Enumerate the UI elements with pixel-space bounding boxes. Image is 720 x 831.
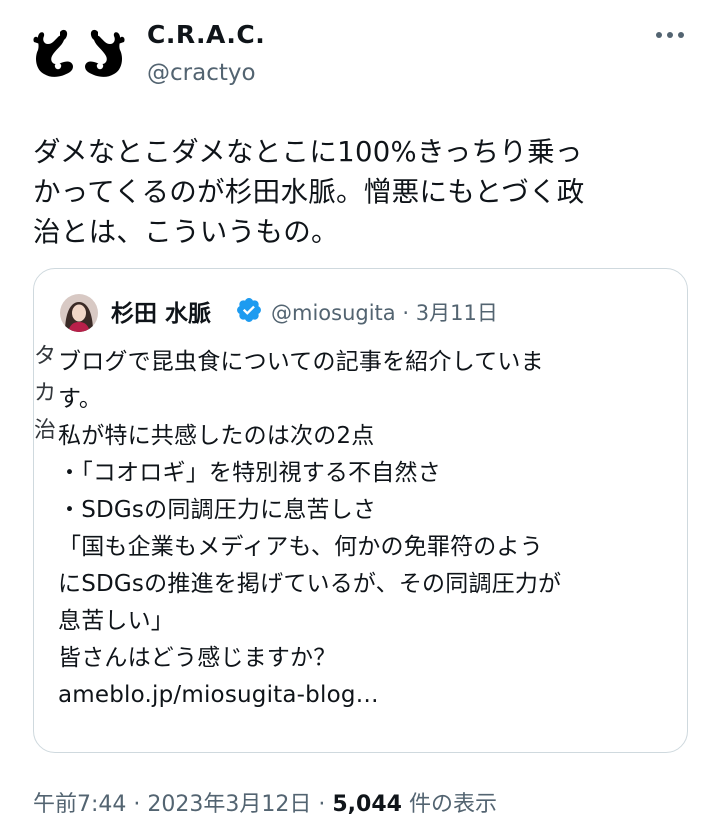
quoted-line: 皆さんはどう感じますか？ [58,645,337,671]
person-avatar-icon [60,294,98,332]
views-count: 5,044 [332,792,402,817]
views-label: 件の表示 [401,792,497,817]
tweet-time[interactable]: 午前7:44 [33,792,126,817]
quoted-line: にSDGsの推進を掲げているが、その同調圧力が [58,571,562,597]
quoted-tweet-card[interactable]: 杉田 水脈 @miosugita · 3月11日 ブログで昆虫食についての記事を… [33,268,688,753]
tweet-body: ダメなとこダメなとこに100%きっちり乗っ かってくるのが杉田水脈。憎悪にもとづ… [33,132,693,252]
verified-badge-icon [237,298,261,322]
more-options-icon[interactable] [650,20,690,50]
quoted-author-display-name[interactable]: 杉田 水脈 [111,294,211,328]
tweet-line: ダメなとこダメなとこに100%きっちり乗っ [33,136,583,168]
footer-separator: · [126,792,148,817]
quoted-tweet-body: ブログで昆虫食についての記事を紹介していま す。 私が特に共感したのは次の2点 … [58,344,678,714]
overlap-artifact-char: カ [34,381,57,406]
tweet-header: C.R.A.C. @cractyo [0,0,720,110]
overlap-artifact-char: 治 [34,418,57,443]
author-avatar[interactable] [30,22,128,92]
footer-separator: · [311,792,333,817]
quoted-author-avatar[interactable] [60,294,98,332]
tweet-date[interactable]: 2023年3月12日 [147,792,311,817]
quoted-line: ・SDGsの同調圧力に息苦しさ [58,497,377,523]
author-handle[interactable]: @cractyo [147,60,256,86]
meta-separator: · [402,301,410,325]
quoted-line: す。 [58,386,103,412]
quoted-line: 息苦しい」 [58,608,174,634]
hand-gesture-logo-icon [33,29,125,77]
quoted-line: ・「コオロギ」を特別視する不自然さ [58,460,441,486]
overlap-artifact-char: タ [34,344,57,369]
author-display-name[interactable]: C.R.A.C. [147,20,265,49]
tweet-footer: 午前7:44 · 2023年3月12日 · 5,044 件の表示 [33,786,497,818]
quoted-meta: @miosugita · 3月11日 [271,297,498,327]
quoted-line: 私が特に共感したのは次の2点 [58,423,375,449]
tweet-line: かってくるのが杉田水脈。憎悪にもとづく政 [33,176,585,208]
quoted-author-handle[interactable]: @miosugita [271,301,396,325]
quoted-date[interactable]: 3月11日 [416,301,498,325]
tweet-line: 治とは、こういうもの。 [33,216,339,248]
quoted-line: 「国も企業もメディアも、何かの免罪符のよう [58,534,543,560]
quoted-link[interactable]: ameblo.jp/miosugita-blog… [58,677,678,714]
quoted-line: ブログで昆虫食についての記事を紹介していま [58,349,544,375]
